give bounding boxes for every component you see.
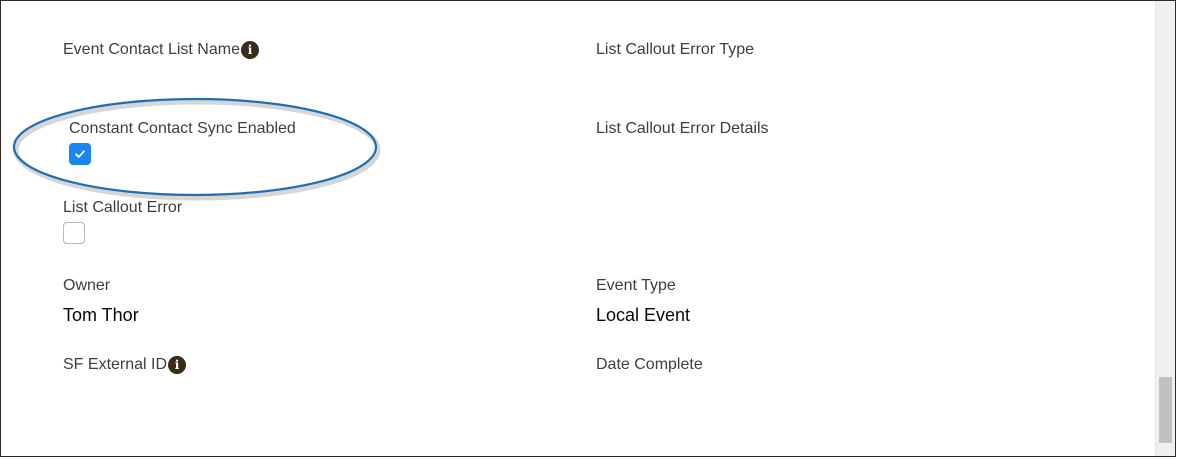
field-label: List Callout Error (63, 199, 183, 216)
field-owner: Owner Tom Thor (63, 276, 139, 326)
field-label: Event Contact List Name (63, 41, 240, 58)
list-callout-error-checkbox[interactable] (63, 222, 85, 244)
scrollbar-thumb[interactable] (1159, 377, 1172, 443)
info-icon[interactable]: i (240, 41, 259, 59)
checkmark-icon (75, 150, 85, 158)
vertical-scrollbar[interactable] (1155, 1, 1175, 456)
owner-value: Tom Thor (63, 305, 139, 325)
field-event-contact-list-name: Event Contact List Name i (63, 40, 259, 60)
field-list-callout-error-details: List Callout Error Details (596, 119, 769, 139)
field-constant-contact-sync-enabled: Constant Contact Sync Enabled (69, 119, 296, 165)
field-list-callout-error: List Callout Error (63, 198, 182, 244)
record-detail-panel: Event Contact List Name i List Callout E… (0, 0, 1176, 457)
field-label: Constant Contact Sync Enabled (69, 120, 296, 137)
info-icon[interactable]: i (168, 356, 187, 374)
field-label: SF External ID (63, 356, 168, 373)
event-type-value: Local Event (596, 305, 691, 325)
field-label: List Callout Error Details (596, 120, 769, 137)
field-date-complete: Date Complete (596, 355, 703, 375)
constant-contact-sync-checkbox[interactable] (69, 143, 91, 165)
field-event-type: Event Type Local Event (596, 276, 690, 326)
field-label: Owner (63, 277, 111, 294)
field-sf-external-id: SF External ID i (63, 355, 187, 375)
field-label: Date Complete (596, 356, 703, 373)
field-label: Event Type (596, 277, 676, 294)
field-label: List Callout Error Type (596, 41, 754, 58)
field-list-callout-error-type: List Callout Error Type (596, 40, 754, 60)
